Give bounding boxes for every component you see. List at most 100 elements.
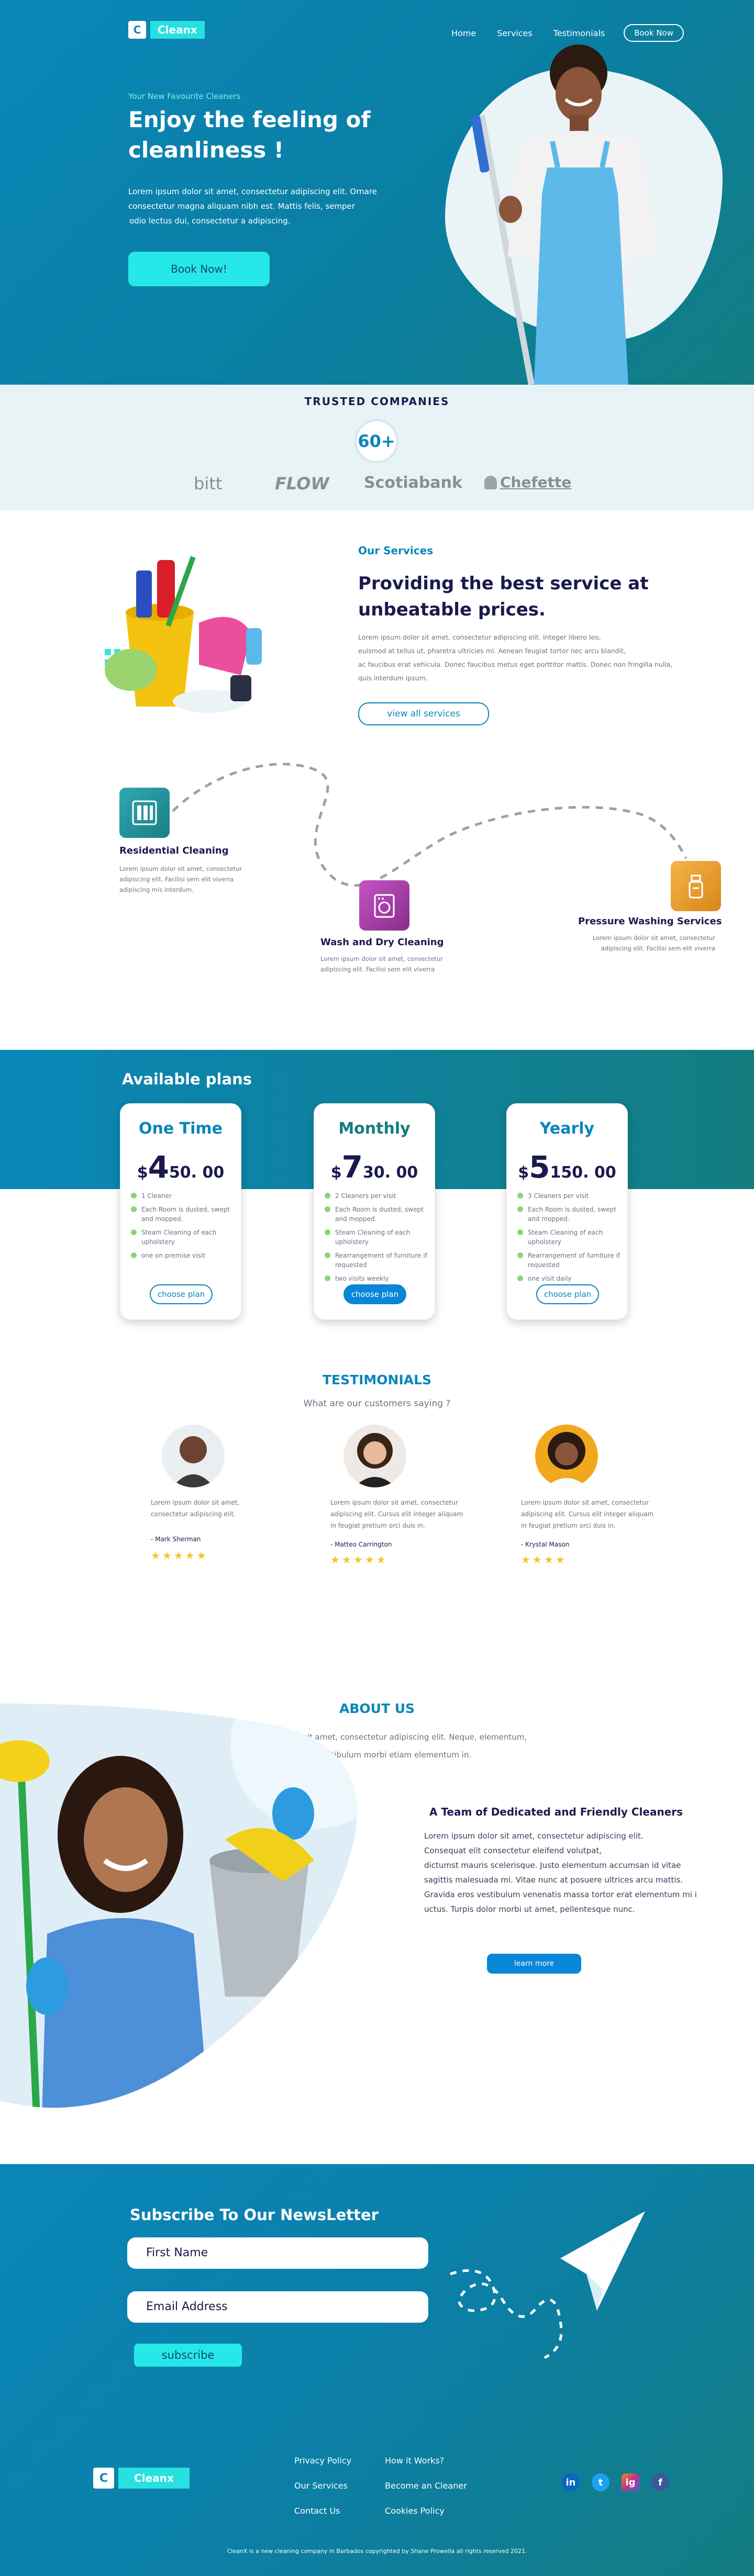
plan-price-small: 50. 00 [169, 1163, 225, 1182]
plan-feature: Each Room is dusted, swept and mopped. [325, 1205, 435, 1224]
plan-feature: 2 Cleaners per visit [325, 1191, 435, 1201]
plan-name: Monthly [338, 1119, 411, 1138]
service-title-wash: Wash and Dry Cleaning [320, 937, 444, 948]
book-now-button[interactable]: Book Now [624, 24, 684, 42]
hero-para-line3: odio lectus dui, consectetur a adipiscin… [129, 216, 291, 226]
plan-card-yearly: Yearly $5150. 00 3 Cleaners per visit Ea… [506, 1103, 628, 1320]
plan-card-one-time: One Time $450. 00 1 Cleaner Each Room is… [120, 1103, 241, 1320]
person-avatar-icon [172, 1436, 214, 1487]
paper-plane-icon [450, 2211, 645, 2359]
hero-title-line2: cleanliness ! [128, 137, 284, 163]
plans-title: Available plans [122, 1070, 252, 1088]
footer-links-col1: Privacy Policy Our Services Contact Us [294, 2448, 351, 2524]
testimonial-text-3: Lorem ipsum dolor sit amet, consectetur … [521, 1497, 653, 1531]
plan-feature: Rearrangement of furniture if requested [517, 1251, 627, 1270]
testimonial-name-1: - Mark Sherman [151, 1536, 201, 1543]
about-subtitle: A Team of Dedicated and Friendly Cleaner… [429, 1806, 683, 1818]
service-desc-pressure: Lorem ipsum dolor sit amet, consectetur … [593, 933, 715, 954]
plan-name: One Time [138, 1119, 223, 1138]
plan-card-monthly: Monthly $730. 00 2 Cleaners per visit Ea… [314, 1103, 435, 1320]
email-input[interactable]: Email Address [127, 2291, 428, 2323]
services-title-line2: unbeatable prices. [358, 599, 546, 620]
plan-feature: one on premise visit [131, 1251, 241, 1260]
testimonial-name-2: - Matteo Carrington [330, 1541, 392, 1548]
service-desc-residential-l2: adipiscing elit. Facilisi sem elit viver… [119, 876, 234, 883]
brand-scotiabank: Scotiabank [364, 474, 462, 492]
services-eyebrow: Our Services [358, 544, 434, 557]
testimonial-stars-2: ★★★★★ [330, 1553, 388, 1566]
plan-feature: 3 Cleaners per visit [517, 1191, 627, 1201]
about-line: uctus. Turpis dolor morbi ut amet, pelle… [424, 1905, 635, 1914]
copyright: CleanX is a new cleaning company in Barb… [227, 2548, 527, 2555]
testimonial-text-2: Lorem ipsum dolor sit amet, consectetur … [330, 1497, 463, 1531]
plan-features: 1 Cleaner Each Room is dusted, swept and… [120, 1191, 241, 1260]
testimonial-text-2-l3: in feugiat pretium orci duis in. [330, 1522, 425, 1529]
plan-feature: two visits weekly [325, 1274, 435, 1283]
hero-book-button[interactable]: Book Now! [128, 252, 270, 286]
services-paragraph: Lorem ipsum dolor sit amet, consectetur … [358, 631, 672, 685]
about-line: Gravida eros vestibulum venenatis massa … [424, 1890, 697, 1899]
logo-text: Cleanx [150, 21, 205, 39]
plan-feature: Rearrangement of furniture if requested [325, 1251, 435, 1270]
social-links: in t ig f [562, 2473, 669, 2491]
about-line: Consequat elit consectetur eleifend volu… [424, 1846, 602, 1855]
testimonials-title: TESTIMONIALS [322, 1372, 432, 1387]
testimonial-stars-1: ★★★★★ [151, 1549, 208, 1562]
first-name-input[interactable]: First Name [127, 2237, 428, 2269]
hero-cleaner-image [471, 44, 660, 385]
testimonial-name-3: - Krystal Mason [521, 1541, 570, 1548]
services-para-line4: quis interdum ipsum. [358, 674, 428, 682]
footer-link-contact[interactable]: Contact Us [294, 2499, 351, 2524]
view-all-services-button[interactable]: view all services [358, 702, 489, 725]
newsletter-title: Subscribe To Our NewsLetter [130, 2206, 379, 2224]
testimonial-text-2-l2: adipiscing elit. Cursus elit integer ali… [330, 1510, 463, 1518]
plan-price-small: 150. 00 [550, 1163, 616, 1182]
choose-plan-button[interactable]: choose plan [150, 1284, 213, 1304]
brand-chefette: Chefette [500, 474, 572, 491]
footer-logo[interactable]: C Cleanx [93, 2468, 190, 2489]
nav-testimonials[interactable]: Testimonials [553, 28, 605, 38]
facebook-icon[interactable]: f [651, 2473, 669, 2491]
footer-link-cookies[interactable]: Cookies Policy [385, 2499, 467, 2524]
plan-features: 2 Cleaners per visit Each Room is dusted… [314, 1191, 435, 1283]
about-body: Lorem ipsum dolor sit amet, consectetur … [424, 1829, 697, 1917]
service-desc-wash: Lorem ipsum dolor sit amet, consectetur … [320, 954, 443, 975]
about-cleaner-image [0, 1704, 357, 2108]
footer-logo-text: Cleanx [118, 2468, 190, 2489]
testimonial-text-1-l2: consectetur adipiscing elit. [151, 1510, 236, 1518]
choose-plan-button[interactable]: choose plan [343, 1284, 406, 1304]
services-title: Providing the best service at unbeatable… [358, 570, 648, 623]
twitter-icon[interactable]: t [592, 2473, 609, 2491]
plan-dollar: $ [137, 1163, 148, 1182]
testimonial-text-3-l2: adipiscing elit. Cursus elit integer ali… [521, 1510, 654, 1518]
logo[interactable]: C Cleanx [128, 21, 205, 39]
nav-services[interactable]: Services [497, 28, 532, 38]
footer-link-become[interactable]: Become an Cleaner [385, 2473, 467, 2499]
wash-dry-tile [359, 880, 409, 931]
subscribe-button[interactable]: subscribe [134, 2344, 242, 2367]
instagram-icon[interactable]: ig [622, 2473, 639, 2491]
brand-chefette-group: Chefette [484, 474, 571, 491]
footer-link-privacy[interactable]: Privacy Policy [294, 2448, 351, 2473]
logo-badge-icon: C [128, 21, 146, 39]
footer-link-how[interactable]: How it Works? [385, 2448, 467, 2473]
testimonial-stars-3: ★★★★ [521, 1553, 567, 1566]
plan-price: $5150. 00 [507, 1149, 627, 1185]
hero-eyebrow: Your New Favourite Cleaners [128, 92, 241, 101]
footer-link-services[interactable]: Our Services [294, 2473, 351, 2499]
footer-logo-badge-icon: C [93, 2468, 114, 2489]
linkedin-icon[interactable]: in [562, 2473, 580, 2491]
brand-flow: FLOW [275, 474, 329, 494]
about-line: sagittis malesuada mi. Vitae nunc at pos… [424, 1875, 683, 1885]
hero-section: C Cleanx Home Services Testimonials Book… [0, 0, 754, 385]
service-title-residential: Residential Cleaning [119, 845, 229, 856]
hero-para-line1: Lorem ipsum dolor sit amet, consectetur … [128, 187, 377, 196]
choose-plan-button[interactable]: choose plan [536, 1284, 599, 1304]
plan-feature: Steam Cleaning of each upholstery [517, 1228, 627, 1247]
service-title-pressure: Pressure Washing Services [578, 916, 722, 927]
service-desc-pressure-l1: Lorem ipsum dolor sit amet, consectetur [593, 934, 715, 942]
hero-para-line2: consectetur magna aliquam nibh est. Matt… [128, 201, 355, 211]
testimonials-subtitle: What are our customers saying ? [303, 1398, 451, 1409]
nav-home[interactable]: Home [451, 28, 476, 38]
learn-more-button[interactable]: learn more [487, 1954, 581, 1974]
